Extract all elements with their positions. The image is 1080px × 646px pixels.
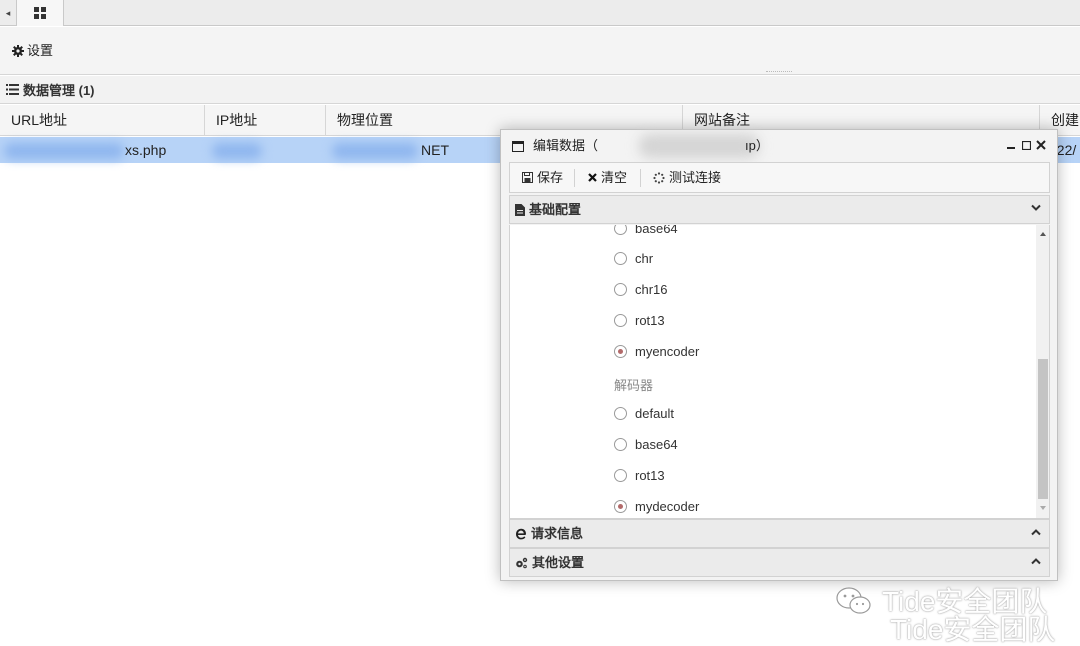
save-label: 保存 (537, 170, 564, 185)
wechat-icon (836, 587, 871, 614)
settings-label: 设置 (27, 43, 54, 58)
chevron-down-icon (1031, 204, 1041, 211)
section-basic-config-label: 基础配置 (529, 202, 582, 217)
decoder-option[interactable]: base64 (614, 434, 678, 454)
option-label: base64 (635, 436, 678, 452)
decoder-option[interactable]: mydecoder (614, 496, 699, 516)
edit-data-dialog: 编辑数据（ ıp） 保存 清空 测试连接 基础配置 base64 chr chr… (500, 129, 1058, 581)
option-label: default (635, 405, 675, 421)
app-window: ◂ 设置 数据管理 (1) URL地址 IP地址 物理位置 网站备注 创建 xs… (0, 0, 1080, 646)
data-section-header: 数据管理 (1) (0, 76, 1080, 104)
redacted-ip (212, 143, 262, 159)
minimize-button[interactable] (1004, 138, 1018, 152)
basic-config-body: base64 chr chr16 rot13 myencoder 解码器 def… (509, 225, 1050, 519)
maximize-icon (1021, 140, 1031, 150)
radio-encoder-myencoder[interactable] (614, 344, 627, 358)
redacted-location (332, 143, 418, 159)
chevron-up-icon (1031, 558, 1041, 565)
spinner-icon (653, 171, 665, 184)
tab-bar: ◂ (0, 0, 1080, 26)
split-handle[interactable] (766, 71, 792, 73)
encoder-option[interactable]: rot13 (614, 310, 665, 330)
test-connection-button[interactable]: 测试连接 (653, 163, 721, 192)
scroll-up-arrow-icon[interactable] (1036, 229, 1050, 239)
clear-label: 清空 (601, 170, 628, 185)
encoder-option[interactable]: chr16 (614, 279, 668, 299)
settings-button[interactable]: 设置 (12, 41, 53, 61)
option-label: rot13 (635, 312, 665, 328)
toolbar-separator (640, 169, 641, 187)
section-request-info-label: 请求信息 (531, 526, 584, 541)
scrollbar-thumb[interactable] (1038, 359, 1048, 499)
column-header-ip[interactable]: IP地址 (204, 105, 325, 136)
redacted-url (4, 143, 124, 159)
radio-decoder-mydecoder[interactable] (614, 499, 627, 513)
watermark: Tide安全团队 Tide安全团队 (834, 578, 1074, 646)
main-toolbar: 设置 (0, 27, 1080, 75)
section-basic-config-header: 基础配置 (515, 196, 581, 223)
dialog-toolbar: 保存 清空 测试连接 (509, 162, 1050, 193)
chevron-up-icon (1031, 529, 1041, 536)
encoder-option[interactable]: myencoder (614, 341, 699, 361)
option-label: chr (635, 250, 654, 266)
save-button[interactable]: 保存 (522, 163, 563, 192)
option-label: rot13 (635, 467, 665, 483)
vertical-scrollbar[interactable] (1036, 225, 1050, 518)
radio-encoder-chr[interactable] (614, 251, 627, 265)
decoder-group-label: 解码器 (614, 378, 654, 393)
option-label: mydecoder (635, 498, 700, 514)
tab-home[interactable] (16, 0, 64, 26)
toolbar-separator (574, 169, 575, 187)
section-request-info[interactable]: 请求信息 (509, 519, 1050, 548)
close-button[interactable] (1034, 138, 1048, 152)
test-connection-label: 测试连接 (669, 170, 722, 185)
section-other-settings-header: 其他设置 (515, 549, 584, 576)
dialog-titlebar[interactable]: 编辑数据（ ıp） (501, 130, 1057, 162)
section-other-settings-label: 其他设置 (532, 555, 585, 570)
clear-button[interactable]: 清空 (588, 163, 627, 192)
section-basic-config[interactable]: 基础配置 (509, 195, 1050, 224)
data-section-title: 数据管理 (1) (23, 83, 95, 98)
dialog-title-tail: ıp） (745, 138, 769, 153)
radio-encoder-rot13[interactable] (614, 313, 627, 327)
clear-icon (588, 173, 597, 182)
redacted-title (639, 134, 759, 158)
watermark-text-shadow: Tide安全团队 (890, 614, 1056, 645)
window-icon (512, 141, 524, 152)
encoder-option[interactable]: chr (614, 248, 653, 268)
save-icon (522, 172, 533, 183)
section-request-info-header: 请求信息 (515, 520, 583, 547)
column-header-url[interactable]: URL地址 (0, 105, 204, 136)
document-icon (515, 203, 525, 216)
decoder-option[interactable]: default (614, 403, 674, 423)
scroll-down-arrow-icon[interactable] (1036, 503, 1050, 513)
section-other-settings[interactable]: 其他设置 (509, 548, 1050, 577)
decoder-option[interactable]: rot13 (614, 465, 665, 485)
tab-scroll-left-button[interactable]: ◂ (0, 0, 16, 26)
radio-encoder-chr16[interactable] (614, 282, 627, 296)
cell-url: xs.php (125, 142, 167, 158)
option-label: base64 (635, 225, 678, 236)
radio-decoder-rot13[interactable] (614, 468, 627, 482)
option-label: chr16 (635, 281, 668, 297)
encoder-option[interactable]: base64 (614, 225, 678, 238)
option-label: myencoder (635, 343, 700, 359)
cogs-icon (516, 557, 528, 568)
close-icon (1036, 140, 1046, 150)
cell-location: NET (421, 142, 449, 158)
radio-decoder-default[interactable] (614, 406, 627, 420)
maximize-button[interactable] (1019, 138, 1033, 152)
grid-icon (34, 7, 46, 19)
gear-icon (12, 45, 24, 57)
radio-decoder-base64[interactable] (614, 437, 627, 451)
list-icon (6, 84, 19, 95)
dialog-title: 编辑数据（ (533, 138, 599, 153)
radio-encoder-base64[interactable] (614, 225, 627, 235)
minimize-icon (1007, 147, 1015, 149)
ie-icon (516, 528, 526, 539)
